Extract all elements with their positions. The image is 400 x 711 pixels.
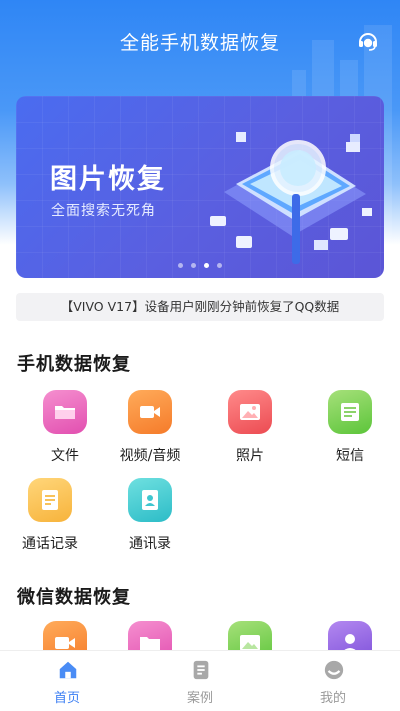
carousel-indicator[interactable] bbox=[16, 263, 384, 268]
document-icon bbox=[193, 660, 209, 680]
folder-icon bbox=[43, 390, 87, 434]
contacts-icon bbox=[128, 478, 172, 522]
photo-search-illustration bbox=[210, 132, 372, 264]
promo-banner[interactable]: 图片恢复 全面搜索无死角 bbox=[16, 96, 384, 278]
bottom-tab-bar: 首页 案例 我的 bbox=[0, 651, 400, 711]
tab-home[interactable]: 首页 bbox=[22, 651, 112, 711]
carousel-dot-active[interactable] bbox=[204, 263, 209, 268]
banner-title: 图片恢复 bbox=[50, 164, 166, 195]
wechat-recovery-section-title: 微信数据恢复 bbox=[17, 587, 131, 608]
video-audio-recovery-tile[interactable]: 视频/音频 bbox=[105, 390, 195, 470]
call-log-icon bbox=[28, 478, 72, 522]
photo-recovery-tile[interactable]: 照片 bbox=[205, 390, 295, 470]
customer-service-icon[interactable] bbox=[356, 29, 380, 53]
tab-label: 我的 bbox=[319, 691, 346, 706]
sms-recovery-tile[interactable]: 短信 bbox=[305, 390, 395, 470]
message-icon bbox=[328, 390, 372, 434]
photo-icon bbox=[228, 390, 272, 434]
call-log-recovery-tile[interactable]: 通话记录 bbox=[5, 478, 95, 558]
tab-label: 首页 bbox=[53, 691, 80, 706]
file-recovery-tile[interactable]: 文件 bbox=[20, 390, 110, 470]
phone-recovery-section-title: 手机数据恢复 bbox=[17, 354, 131, 375]
banner-subtitle: 全面搜索无死角 bbox=[51, 203, 156, 219]
carousel-dot[interactable] bbox=[191, 263, 196, 268]
tile-label: 通话记录 bbox=[22, 536, 78, 552]
tab-profile[interactable]: 我的 bbox=[288, 651, 378, 711]
video-camera-icon bbox=[128, 390, 172, 434]
carousel-dot[interactable] bbox=[178, 263, 183, 268]
tab-cases[interactable]: 案例 bbox=[155, 651, 245, 711]
tile-label: 短信 bbox=[336, 448, 364, 464]
tile-label: 文件 bbox=[51, 448, 79, 464]
contacts-recovery-tile[interactable]: 通讯录 bbox=[105, 478, 195, 558]
carousel-dot[interactable] bbox=[217, 263, 222, 268]
app-title: 全能手机数据恢复 bbox=[119, 32, 280, 54]
tile-label: 视频/音频 bbox=[119, 448, 181, 464]
tile-label: 通讯录 bbox=[129, 536, 171, 552]
tile-label: 照片 bbox=[236, 448, 264, 464]
profile-icon bbox=[324, 660, 344, 680]
tab-label: 案例 bbox=[186, 691, 213, 706]
home-icon bbox=[59, 661, 77, 679]
recovery-notice: 【VIVO V17】设备用户刚刚分钟前恢复了QQ数据 bbox=[16, 293, 384, 321]
